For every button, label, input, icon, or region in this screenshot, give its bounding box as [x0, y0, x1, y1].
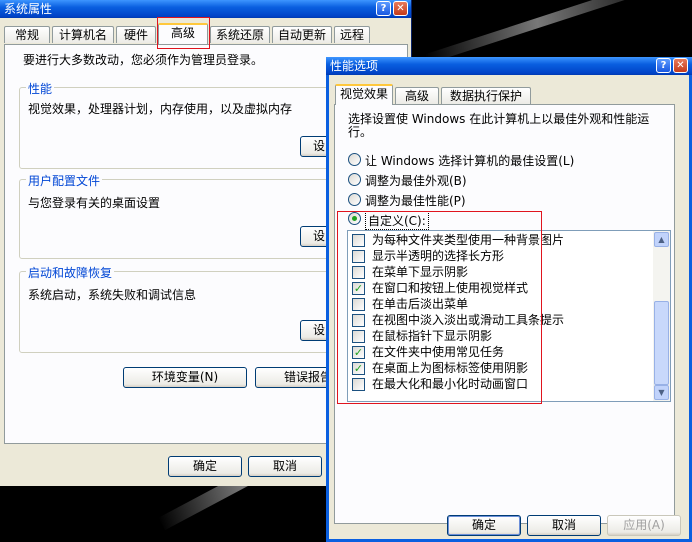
perf-help-icon[interactable]: ? — [656, 58, 671, 73]
checkbox-checked[interactable]: ✓ — [352, 282, 365, 295]
checkbox[interactable] — [352, 330, 365, 343]
window-title: 系统属性 — [4, 2, 53, 16]
checkbox[interactable] — [352, 298, 365, 311]
tab-advanced[interactable]: 高级 — [158, 23, 208, 44]
performance-options-titlebar[interactable]: 性能选项 ? ✕ — [326, 57, 692, 75]
checkbox[interactable] — [352, 314, 365, 327]
list-item[interactable]: 在单击后淡出菜单 — [352, 296, 652, 312]
list-item[interactable]: 显示半透明的选择长方形 — [352, 248, 652, 264]
visual-effects-intro: 选择设置使 Windows 在此计算机上以最佳外观和性能运行。 — [348, 112, 650, 139]
radio-let-windows-choose[interactable] — [348, 153, 361, 166]
checkbox-checked[interactable]: ✓ — [352, 362, 365, 375]
radio-best-performance-label: 调整为最佳性能(P) — [365, 194, 466, 208]
cancel-button[interactable]: 取消 — [248, 456, 322, 477]
system-properties-titlebar[interactable]: 系统属性 ? ✕ — [0, 0, 411, 18]
help-icon[interactable]: ? — [376, 1, 391, 16]
visual-effects-list[interactable]: 为每种文件夹类型使用一种背景图片 显示半透明的选择长方形 在菜单下显示阴影 ✓ 在… — [347, 230, 671, 402]
performance-group-label: 性能 — [26, 80, 55, 97]
radio-best-performance[interactable] — [348, 193, 361, 206]
list-scrollbar[interactable]: ▲ ▼ — [653, 231, 670, 401]
startup-recovery-description: 系统启动，系统失败和调试信息 — [28, 288, 197, 302]
visual-effects-panel: 选择设置使 Windows 在此计算机上以最佳外观和性能运行。 让 Window… — [334, 104, 675, 524]
environment-variables-button[interactable]: 环境变量(N) — [123, 367, 247, 388]
list-item[interactable]: 在最大化和最小化时动画窗口 — [352, 376, 652, 392]
tab-computer-name[interactable]: 计算机名 — [52, 26, 114, 43]
perf-ok-button[interactable]: 确定 — [447, 515, 521, 536]
user-profiles-group-label: 用户配置文件 — [26, 172, 103, 189]
tab-remote[interactable]: 远程 — [334, 26, 370, 43]
desktop-background-streak — [424, 0, 676, 64]
list-item[interactable]: ✓ 在文件夹中使用常见任务 — [352, 344, 652, 360]
list-item[interactable]: 在菜单下显示阴影 — [352, 264, 652, 280]
radio-let-windows-choose-label: 让 Windows 选择计算机的最佳设置(L) — [365, 154, 575, 168]
perf-window-title: 性能选项 — [330, 59, 379, 73]
close-icon[interactable]: ✕ — [393, 1, 408, 16]
scroll-thumb[interactable] — [654, 301, 669, 385]
tab-system-restore[interactable]: 系统还原 — [210, 26, 270, 43]
checkbox[interactable] — [352, 250, 365, 263]
admin-notice: 要进行大多数改动，您必须作为管理员登录。 — [23, 53, 264, 67]
list-item[interactable]: 为每种文件夹类型使用一种背景图片 — [352, 232, 652, 248]
tab-perf-advanced[interactable]: 高级 — [395, 87, 439, 104]
perf-cancel-button[interactable]: 取消 — [527, 515, 601, 536]
tab-general[interactable]: 常规 — [4, 26, 50, 43]
startup-recovery-group-label: 启动和故障恢复 — [26, 264, 115, 281]
tab-data-execution-prevention[interactable]: 数据执行保护 — [441, 87, 531, 104]
radio-custom-label: 自定义(C): — [365, 211, 429, 230]
scroll-down-icon[interactable]: ▼ — [654, 385, 669, 400]
radio-custom[interactable] — [348, 212, 361, 225]
checkbox-checked[interactable]: ✓ — [352, 346, 365, 359]
performance-options-window: 性能选项 ? ✕ 视觉效果 高级 数据执行保护 选择设置使 Windows 在此… — [326, 57, 692, 542]
checkbox[interactable] — [352, 234, 365, 247]
ok-button[interactable]: 确定 — [168, 456, 242, 477]
list-item[interactable]: 在视图中淡入淡出或滑动工具条提示 — [352, 312, 652, 328]
user-profiles-description: 与您登录有关的桌面设置 — [28, 196, 161, 210]
tab-automatic-updates[interactable]: 自动更新 — [272, 26, 332, 43]
list-item[interactable]: ✓ 在桌面上为图标标签使用阴影 — [352, 360, 652, 376]
list-item[interactable]: 在鼠标指针下显示阴影 — [352, 328, 652, 344]
radio-best-appearance-label: 调整为最佳外观(B) — [365, 174, 467, 188]
perf-apply-button[interactable]: 应用(A) — [607, 515, 681, 536]
perf-close-icon[interactable]: ✕ — [673, 58, 688, 73]
list-item[interactable]: ✓ 在窗口和按钮上使用视觉样式 — [352, 280, 652, 296]
tab-visual-effects[interactable]: 视觉效果 — [335, 84, 393, 105]
radio-best-appearance[interactable] — [348, 173, 361, 186]
checkbox[interactable] — [352, 266, 365, 279]
scroll-up-icon[interactable]: ▲ — [654, 232, 669, 247]
performance-description: 视觉效果，处理器计划，内存使用，以及虚拟内存 — [28, 102, 293, 116]
checkbox[interactable] — [352, 378, 365, 391]
performance-options-body: 视觉效果 高级 数据执行保护 选择设置使 Windows 在此计算机上以最佳外观… — [329, 75, 689, 539]
tab-hardware[interactable]: 硬件 — [116, 26, 156, 43]
